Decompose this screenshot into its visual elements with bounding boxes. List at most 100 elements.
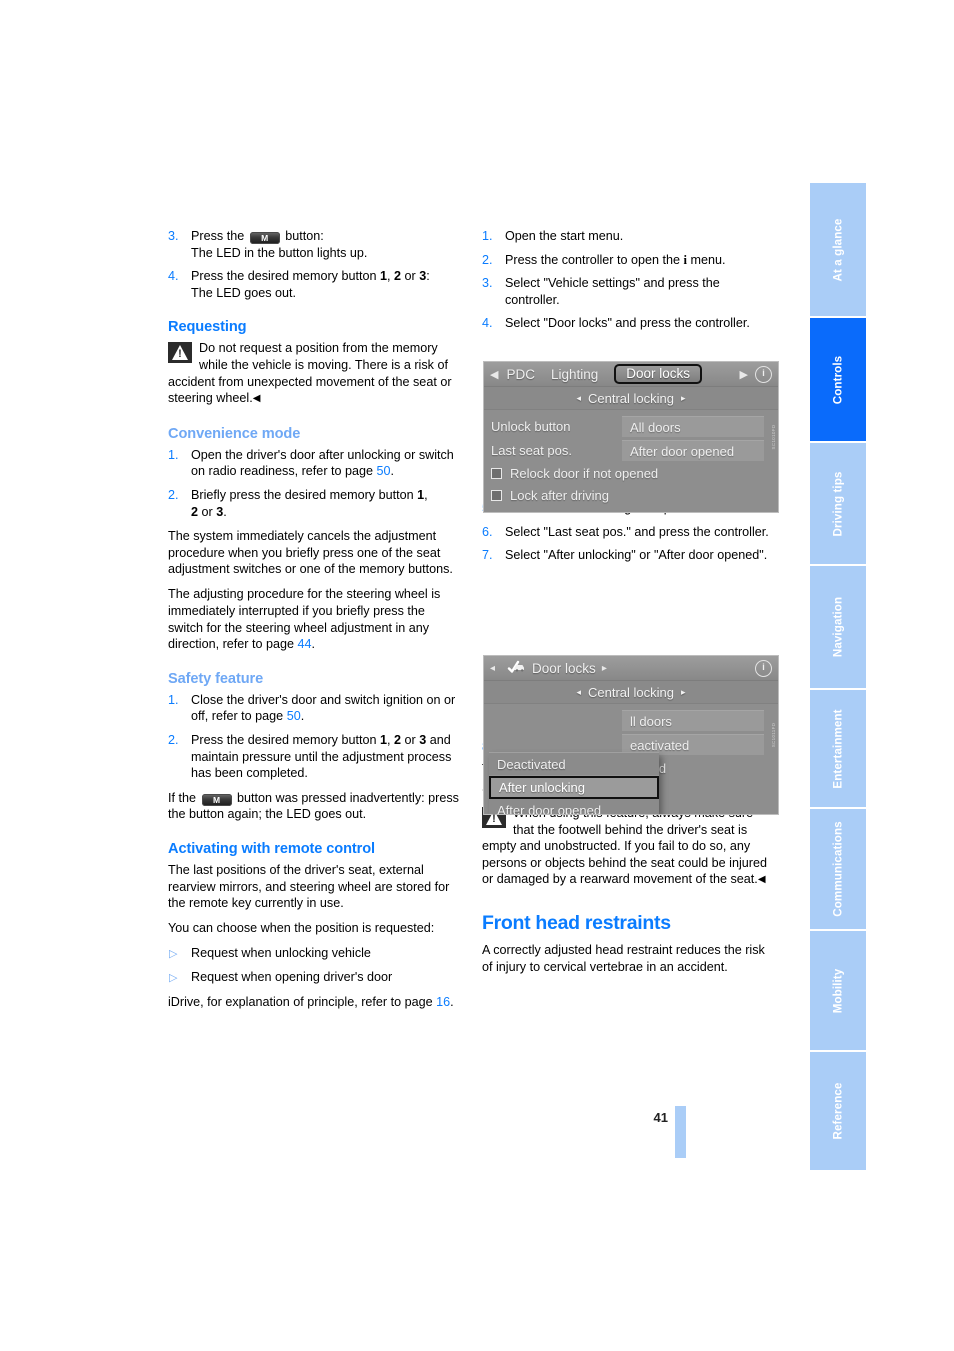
- step-number: 2.: [168, 732, 179, 747]
- tab-pdc[interactable]: PDC: [506, 367, 535, 382]
- warning-text-value: When using this feature, always make sur…: [482, 806, 767, 887]
- sidebar-item-reference[interactable]: Reference: [810, 1052, 866, 1170]
- safety-steps-list: 1. Close the driver's door and switch ig…: [168, 692, 460, 782]
- bullet-text: Request when unlocking vehicle: [191, 946, 371, 961]
- triangle-bullet-icon: ▷: [169, 971, 178, 984]
- list-item: 4. Select "Door locks" and press the con…: [482, 315, 774, 332]
- page-reference-link[interactable]: 16: [436, 995, 450, 1009]
- list-item: 2. Press the desired memory button 1, 2 …: [168, 732, 460, 782]
- tab-lighting[interactable]: Lighting: [551, 367, 598, 382]
- setting-value[interactable]: After door opened: [622, 439, 764, 461]
- setting-label: Unlock button: [491, 418, 571, 434]
- sidebar-item-label: Reference: [831, 1082, 845, 1140]
- setting-row-last-seat-pos[interactable]: Last seat pos. After door opened: [484, 438, 778, 462]
- step-text: Press the desired memory button 1, 2 or …: [191, 732, 452, 781]
- sidebar-item-label: Navigation: [831, 596, 845, 658]
- sidebar-item-at-a-glance[interactable]: At a glance: [810, 183, 866, 316]
- chevron-right-icon[interactable]: ▸: [602, 663, 607, 674]
- heading-convenience-mode: Convenience mode: [168, 425, 301, 442]
- step-text-post: menu.: [687, 252, 726, 267]
- sidebar-item-entertainment[interactable]: Entertainment: [810, 690, 866, 807]
- page-reference-link[interactable]: 44: [298, 637, 312, 651]
- safety-note: If the M button was pressed inadvertentl…: [168, 790, 460, 823]
- triangle-bullet-icon: ▷: [169, 948, 178, 961]
- option-after-door-opened[interactable]: After door opened: [489, 799, 659, 814]
- idrive-settings-body: Unlock button All doors Last seat pos. A…: [484, 410, 778, 506]
- idrive-settings-body: ll doors eactivated pened Lock after dri…: [484, 704, 778, 814]
- option-after-unlocking-selected[interactable]: After unlocking: [489, 776, 659, 799]
- idrive-submenu-central-locking[interactable]: ◂ Central locking ▸: [484, 387, 778, 410]
- manual-page: 3. Press the M button: The LED in the but…: [0, 0, 954, 1351]
- step-text: Briefly press the desired memory button …: [191, 487, 428, 519]
- step-text-post: button:: [281, 229, 324, 243]
- topbar-right-icons: ▶ i: [740, 365, 772, 383]
- sidebar-item-label: Controls: [831, 355, 845, 404]
- step-text: Press the M button: The LED in the button…: [191, 229, 367, 260]
- remote-para-2: You can choose when the position is requ…: [168, 921, 435, 936]
- step-number: 3.: [482, 276, 493, 291]
- background-row-1: ll doors: [484, 708, 778, 732]
- remote-para-1: The last positions of the driver's seat,…: [168, 862, 450, 911]
- step-number: 2.: [482, 252, 493, 267]
- idrive-submenu-central-locking[interactable]: ◂ Central locking ▸: [484, 681, 778, 704]
- page-marker-bar: [675, 1106, 686, 1158]
- page-reference-link[interactable]: 50: [287, 709, 301, 723]
- sidebar-item-navigation[interactable]: Navigation: [810, 566, 866, 688]
- steps-top-list: 3. Press the M button: The LED in the but…: [168, 228, 460, 301]
- sidebar-item-label: Mobility: [831, 968, 845, 1013]
- sidebar-item-communications[interactable]: Communications: [810, 809, 866, 929]
- heading-safety-feature: Safety feature: [168, 670, 264, 687]
- section-tabs-sidebar: At a glance Controls Driving tips Naviga…: [810, 183, 866, 1172]
- sidebar-item-controls[interactable]: Controls: [810, 318, 866, 441]
- list-item: 1. Open the driver's door after unlockin…: [168, 447, 460, 480]
- step-text-value: Open the driver's door after unlocking o…: [191, 447, 454, 479]
- step-text-pre: Press the controller to open the: [505, 252, 684, 267]
- setting-value[interactable]: All doors: [622, 415, 764, 437]
- setting-row-unlock-button[interactable]: Unlock button All doors: [484, 414, 778, 438]
- sidebar-item-mobility[interactable]: Mobility: [810, 931, 866, 1050]
- list-item: 3. Press the M button: The LED in the but…: [168, 228, 460, 261]
- tab-door-locks-selected[interactable]: Door locks: [614, 364, 703, 384]
- remote-para-3-pre: iDrive, for explanation of principle, re…: [168, 994, 437, 1009]
- option-deactivated[interactable]: Deactivated: [489, 753, 659, 776]
- list-item: 1. Close the driver's door and switch ig…: [168, 692, 460, 725]
- convenience-para-1: The system immediately cancels the adjus…: [168, 529, 453, 577]
- warning-triangle-icon: !: [168, 342, 192, 364]
- list-item: 1. Open the start menu.: [482, 228, 774, 245]
- warning-text: When using this feature, always make sur…: [482, 805, 774, 889]
- dropdown-last-seat-pos-options[interactable]: Deactivated After unlocking After door o…: [489, 752, 659, 814]
- step-number: 4.: [168, 269, 179, 284]
- idrive-screenshot-door-locks: ◀ PDC Lighting Door locks ▶ i ◂ Central …: [483, 361, 779, 513]
- checkbox-icon[interactable]: [491, 489, 502, 501]
- sidebar-item-driving-tips[interactable]: Driving tips: [810, 443, 866, 564]
- memory-button-icon: M: [249, 232, 280, 244]
- remote-bullet-list: ▷ Request when unlocking vehicle ▷ Reque…: [168, 945, 460, 985]
- chevron-left-icon[interactable]: ◂: [490, 663, 495, 674]
- step-text: Close the driver's door and switch ignit…: [191, 693, 455, 724]
- checkbox-icon[interactable]: [491, 467, 502, 479]
- page-reference-link[interactable]: 50: [377, 464, 391, 478]
- prev-arrow-icon[interactable]: ◀: [490, 368, 498, 381]
- step-number: 1.: [482, 229, 493, 243]
- topbar-right-icons: i: [755, 659, 772, 677]
- checkbox-relock-door[interactable]: Relock door if not opened: [484, 462, 778, 484]
- idrive-menu-tabbar: ◀ PDC Lighting Door locks ▶ i: [484, 362, 778, 387]
- convenience-para-2: The adjusting procedure for the steering…: [168, 586, 460, 652]
- next-arrow-icon[interactable]: ▶: [740, 368, 748, 381]
- memory-button-icon: M: [201, 793, 232, 806]
- figure-code: SC1011FD: [771, 722, 776, 748]
- list-item: 6. Select "Last seat pos." and press the…: [482, 524, 774, 541]
- list-item: ▷ Request when opening driver's door: [168, 969, 460, 986]
- step-text-value: Close the driver's door and switch ignit…: [191, 692, 456, 724]
- list-item: ▷ Request when unlocking vehicle: [168, 945, 460, 962]
- warning-text: Do not request a position from the memor…: [168, 340, 460, 407]
- step-text: Select "Vehicle settings" and press the …: [505, 276, 720, 307]
- checkbox-lock-after-driving[interactable]: Lock after driving: [484, 484, 778, 506]
- front-head-restraints-para: A correctly adjusted head restraint redu…: [482, 943, 765, 974]
- step-number: 7.: [482, 548, 493, 563]
- setting-label: Last seat pos.: [491, 442, 572, 458]
- step-number: 1.: [168, 692, 179, 707]
- checkbox-label: Relock door if not opened: [510, 465, 659, 481]
- step-text: Open the start menu.: [505, 229, 624, 243]
- step-text: Select "After unlocking" or "After door …: [505, 548, 768, 563]
